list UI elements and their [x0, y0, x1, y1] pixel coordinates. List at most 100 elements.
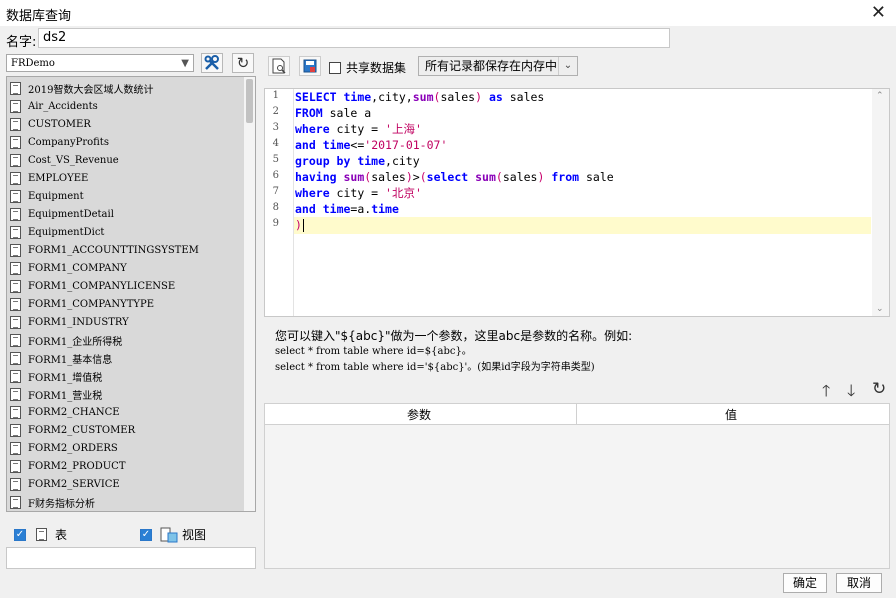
- table-item[interactable]: Air_Accidents: [10, 97, 98, 115]
- table-item[interactable]: FORM2_CUSTOMER: [10, 421, 135, 439]
- table-item[interactable]: EquipmentDict: [10, 223, 104, 241]
- title-bar: [0, 0, 896, 26]
- table-item[interactable]: Cost_VS_Revenue: [10, 151, 119, 169]
- column-header-value[interactable]: 值: [725, 406, 737, 423]
- code-token: '2017-01-07': [364, 138, 448, 152]
- view-icon: [160, 527, 178, 542]
- table-item[interactable]: Equipment: [10, 187, 84, 205]
- code-token: city =: [329, 122, 386, 136]
- table-item[interactable]: FORM2_CHANCE: [10, 403, 120, 421]
- table-item[interactable]: CompanyProfits: [10, 133, 109, 151]
- text-cursor: [302, 219, 304, 232]
- table-icon: [10, 243, 21, 257]
- code-token: group by: [295, 154, 351, 168]
- code-line: group by time,city: [295, 153, 420, 169]
- table-icon: [10, 477, 21, 491]
- table-icon: [10, 423, 21, 437]
- table-item[interactable]: FORM1_营业税: [10, 385, 102, 403]
- table-icon: [10, 207, 21, 221]
- table-item[interactable]: FORM1_COMPANYTYPE: [10, 295, 154, 313]
- code-token: ): [295, 218, 302, 232]
- code-token: ): [405, 170, 413, 184]
- table-item[interactable]: FORM1_COMPANY: [10, 259, 127, 277]
- filter-input[interactable]: [6, 547, 256, 569]
- share-dataset-label: 共享数据集: [346, 61, 407, 75]
- table-item-label: FORM2_ORDERS: [28, 442, 118, 454]
- name-label: 名字:: [6, 35, 37, 50]
- table-icon: [10, 333, 21, 347]
- table-item[interactable]: FORM1_INDUSTRY: [10, 313, 129, 331]
- connection-settings-button[interactable]: [201, 53, 223, 73]
- memory-mode-select[interactable]: 所有记录都保存在内存中 ⌄: [418, 56, 578, 76]
- save-parameter-button[interactable]: [299, 56, 321, 76]
- table-icon: [10, 81, 21, 95]
- ok-button[interactable]: 确定: [783, 573, 827, 593]
- code-token: and: [295, 202, 316, 216]
- code-token: city =: [329, 186, 386, 200]
- table-item-label: FORM1_营业税: [28, 390, 103, 402]
- save-icon: [303, 59, 317, 73]
- datasource-select[interactable]: FRDemo ▼: [6, 54, 194, 72]
- code-token: sale: [579, 170, 614, 184]
- line-number: 7: [272, 186, 279, 197]
- table-item[interactable]: FORM2_SERVICE: [10, 475, 120, 493]
- table-item-label: FORM1_COMPANYLICENSE: [28, 280, 176, 292]
- code-token: ,city: [385, 154, 420, 168]
- table-item-label: EMPLOYEE: [28, 172, 89, 184]
- table-item-label: F财务指标分析: [28, 498, 95, 510]
- code-token: =a.: [350, 202, 372, 216]
- code-line: and time<='2017-01-07': [295, 137, 447, 153]
- table-icon: [10, 189, 21, 203]
- table-icon: [10, 225, 21, 239]
- table-item[interactable]: CUSTOMER: [10, 115, 91, 133]
- parameter-table[interactable]: 参数 值: [264, 403, 890, 569]
- code-token: sum: [412, 90, 434, 104]
- table-item[interactable]: F财务指标分析: [10, 493, 95, 511]
- table-item[interactable]: FORM1_企业所得税: [10, 331, 122, 349]
- table-item-label: 2019智数大会区域人数统计: [28, 84, 154, 96]
- refresh-button[interactable]: ↻: [232, 53, 254, 73]
- table-tree[interactable]: 2019智数大会区域人数统计 Air_Accidents CUSTOMER Compa…: [6, 76, 256, 512]
- share-dataset-option[interactable]: 共享数据集: [329, 59, 406, 76]
- table-icon: [36, 528, 47, 541]
- name-input[interactable]: ds2: [38, 28, 670, 48]
- table-item[interactable]: EquipmentDetail: [10, 205, 114, 223]
- chevron-down-icon: ▼: [181, 58, 189, 69]
- show-tables-checkbox[interactable]: ✓: [14, 528, 26, 541]
- refresh-parameters-icon[interactable]: ↻: [872, 379, 886, 399]
- table-item[interactable]: FORM1_COMPANYLICENSE: [10, 277, 175, 295]
- cancel-button[interactable]: 取消: [836, 573, 882, 593]
- sql-editor[interactable]: 123456789 SELECT time,city,sum(sales) as…: [264, 88, 890, 317]
- column-header-parameter[interactable]: 参数: [407, 406, 431, 423]
- table-item[interactable]: FORM1_基本信息: [10, 349, 112, 367]
- show-views-checkbox[interactable]: ✓: [140, 528, 152, 541]
- scroll-up-icon[interactable]: ⌃: [876, 91, 884, 101]
- scroll-down-icon[interactable]: ⌄: [876, 304, 884, 314]
- table-item-label: FORM1_企业所得税: [28, 336, 123, 348]
- table-icon: [10, 315, 21, 329]
- share-dataset-checkbox[interactable]: [329, 61, 341, 74]
- show-tables-option[interactable]: ✓ 表: [14, 526, 67, 543]
- table-icon: [10, 135, 21, 149]
- table-icon: [10, 495, 21, 509]
- table-item[interactable]: 2019智数大会区域人数统计: [10, 79, 153, 97]
- table-item[interactable]: EMPLOYEE: [10, 169, 88, 187]
- tree-scrollbar-thumb[interactable]: [246, 79, 253, 123]
- code-token: (: [495, 170, 503, 184]
- table-item[interactable]: FORM1_增值税: [10, 367, 102, 385]
- tree-scrollbar[interactable]: [244, 77, 255, 511]
- table-item[interactable]: FORM2_ORDERS: [10, 439, 118, 457]
- code-token: select: [426, 170, 469, 184]
- code-token: sum: [475, 170, 496, 184]
- table-icon: [10, 153, 21, 167]
- show-views-option[interactable]: ✓ 视图: [140, 526, 206, 543]
- preview-button[interactable]: [268, 56, 290, 76]
- editor-scrollbar[interactable]: ⌃ ⌄: [872, 89, 889, 316]
- memory-mode-value: 所有记录都保存在内存中: [425, 59, 558, 73]
- window-title: 数据库查询: [6, 9, 72, 24]
- table-item[interactable]: FORM2_PRODUCT: [10, 457, 126, 475]
- table-item[interactable]: FORM1_ACCOUNTTINGSYSTEM: [10, 241, 199, 259]
- close-icon[interactable]: ✕: [871, 2, 886, 23]
